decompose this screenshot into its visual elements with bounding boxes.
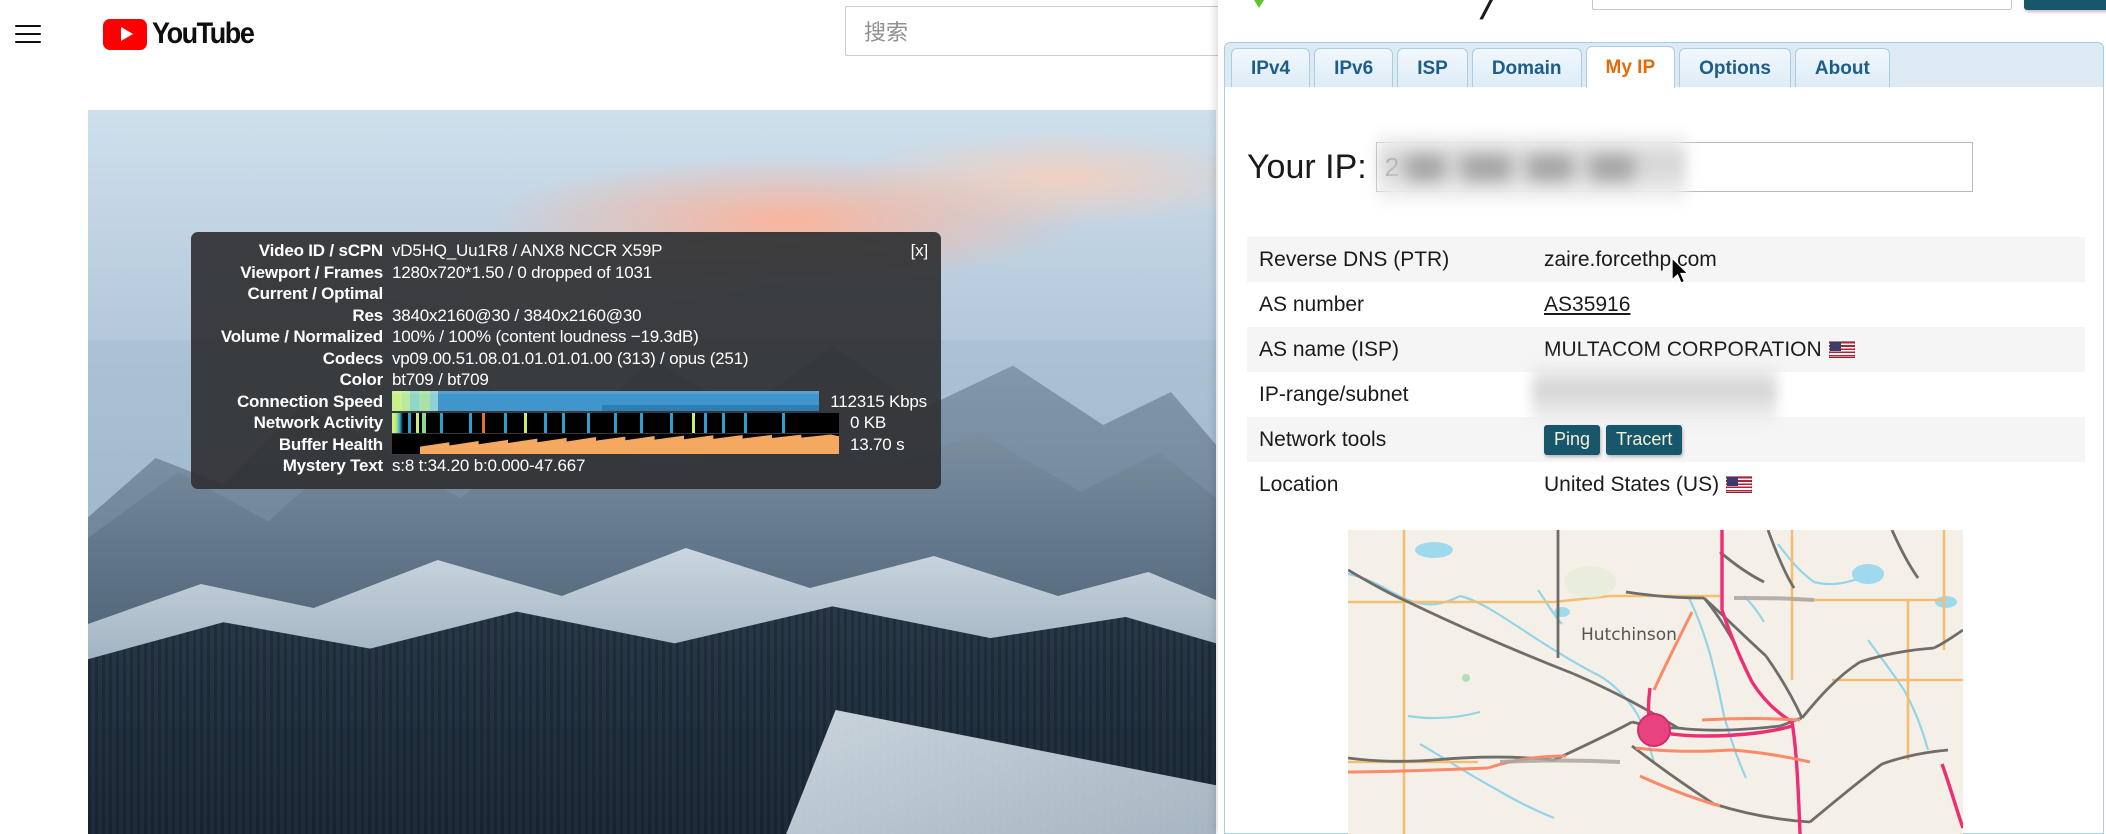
stats-value: bt709 / bt709 [392,370,489,389]
row-value: Ping Tracert [1532,417,2085,462]
row-key: Network tools [1259,427,1387,451]
stats-graph-row-buffer-health: Buffer Health 13.70 s [199,434,927,456]
buffer-health-reading: 13.70 s [850,434,905,454]
stats-row: Viewport / Frames 1280x720*1.50 / 0 drop… [199,262,927,284]
stats-row-mystery-text: Mystery Text s:8 t:34.20 b:0.000-47.667 [199,455,927,477]
tab-about[interactable]: About [1794,48,1890,88]
location-name: United States (US) [1544,472,1720,496]
isp-name: MULTACOM CORPORATION [1544,337,1822,361]
hamburger-menu-icon[interactable] [13,23,43,45]
tab-domain[interactable]: Domain [1471,48,1582,88]
stats-label: Connection Speed [236,391,383,411]
ip-lookup-search-input[interactable] [1592,0,2012,10]
row-value: AS35916 [1532,282,2085,327]
us-flag-icon [1726,475,1753,493]
row-key: IP-range/subnet [1259,382,1409,406]
row-value [1532,360,2085,426]
map-graphic [1348,530,1963,834]
stats-label: Color [339,370,384,389]
stats-label: Video ID / sCPN [258,241,383,260]
stats-label: Current / Optimal [247,284,384,303]
table-row: Location United States (US) [1247,462,2085,507]
row-key: AS number [1259,292,1365,316]
stats-for-nerds-panel: [x] Video ID / sCPN vD5HQ_Uu1R8 / ANX8 N… [191,232,941,489]
stats-row: Res 3840x2160@30 / 3840x2160@30 [199,305,927,327]
your-ip-label: Your IP: [1247,147,1367,186]
ip-redaction-overlay [1377,129,1686,207]
stats-value: 100% / 100% (content loudness −19.3dB) [392,327,699,346]
your-ip-value-field[interactable]: 2 [1375,129,1973,207]
tracert-button[interactable]: Tracert [1606,424,1683,455]
table-row: AS number AS35916 [1247,282,2085,327]
connection-speed-reading: 112315 Kbps [830,391,927,411]
stats-label: Viewport / Frames [240,262,383,282]
table-row: Network tools Ping Tracert [1247,417,2085,462]
stats-graph-row-connection-speed: Connection Speed 112315 Kbps [199,391,927,413]
ip-lookup-window: / IPv4 IPv6 ISP Domain My IP Options Abo… [1218,0,2106,834]
network-activity-graph [392,412,839,433]
tab-options[interactable]: Options [1679,48,1791,88]
stats-row: Color bt709 / bt709 [199,369,927,391]
youtube-logo[interactable]: YouTube [103,17,265,50]
mystery-text-value: s:8 t:34.20 b:0.000-47.667 [392,456,586,475]
my-ip-panel: Your IP: 2 Reverse DNS (PTR) zaire.force… [1224,87,2104,834]
connection-speed-graph [392,391,820,412]
as-number-link[interactable]: AS35916 [1544,293,1630,316]
location-map[interactable]: Hutchinson [1348,530,1963,834]
stats-row: Volume / Normalized 100% / 100% (content… [199,326,927,348]
stats-value: 3840x2160@30 / 3840x2160@30 [392,305,642,325]
tab-ipv6[interactable]: IPv6 [1314,48,1394,88]
table-row: Reverse DNS (PTR) zaire.forcethp.com [1247,237,2085,282]
stats-row: Current / Optimal [199,283,927,305]
ip-info-table: Reverse DNS (PTR) zaire.forcethp.com AS … [1247,237,2085,507]
stats-row: Codecs vp09.00.51.08.01.01.01.01.00 (313… [199,348,927,370]
stats-label: Codecs [322,348,383,368]
stats-label: Network Activity [253,413,384,432]
stats-label: Res [352,305,383,325]
youtube-wordmark: YouTube [152,17,255,50]
stats-label: Volume / Normalized [220,327,383,346]
green-down-arrow-logo[interactable] [1233,0,1285,26]
ip-lookup-search-button[interactable] [2024,0,2106,10]
search-placeholder: 搜索 [864,21,909,46]
stats-value: vp09.00.51.08.01.01.01.01.00 (313) / opu… [392,348,749,368]
network-activity-reading: 0 KB [850,413,887,432]
stats-row: Video ID / sCPN vD5HQ_Uu1R8 / ANX8 NCCR … [199,240,927,262]
tab-bar: IPv4 IPv6 ISP Domain My IP Options About [1224,42,2104,88]
ping-button[interactable]: Ping [1544,424,1601,455]
video-player[interactable]: [x] Video ID / sCPN vD5HQ_Uu1R8 / ANX8 N… [88,110,1216,834]
map-location-marker[interactable] [1637,713,1671,747]
tab-my-ip[interactable]: My IP [1585,46,1676,88]
table-row: IP-range/subnet [1247,360,2085,426]
stats-graph-row-network-activity: Network Activity 0 KB [199,412,927,434]
stats-label: Mystery Text [282,456,383,475]
stats-label: Buffer Health [278,434,383,454]
stats-value: 1280x720*1.50 / 0 dropped of 1031 [392,262,652,282]
us-flag-icon [1828,340,1855,358]
row-value: United States (US) [1532,462,2085,507]
tab-isp[interactable]: ISP [1397,48,1468,88]
row-key: AS name (ISP) [1259,337,1400,361]
your-ip-value: 2 [1384,151,1400,182]
tab-ipv4[interactable]: IPv4 [1231,48,1311,88]
buffer-health-graph [392,434,839,455]
stats-value: vD5HQ_Uu1R8 / ANX8 NCCR X59P [392,241,663,260]
brand-slash: / [1477,0,1502,29]
your-ip-row: Your IP: 2 [1247,129,1973,207]
row-value: zaire.forcethp.com [1544,247,1717,271]
close-icon[interactable]: [x] [911,240,929,262]
row-key: Reverse DNS (PTR) [1259,247,1450,271]
ip-tool-header: / [1218,0,2106,44]
play-triangle-icon [103,18,147,50]
row-key: Location [1259,472,1339,496]
